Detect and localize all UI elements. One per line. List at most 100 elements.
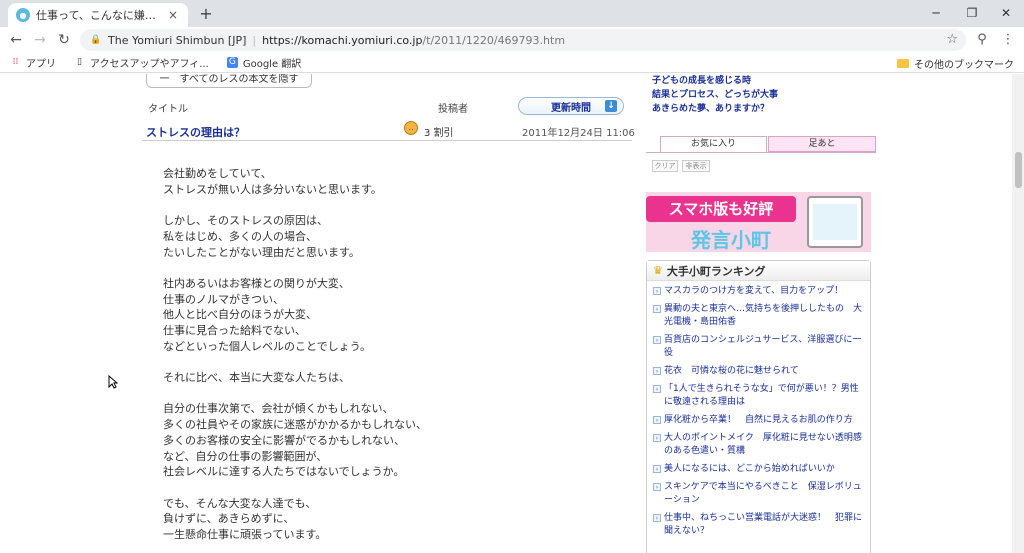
google-translate-icon: G [226, 57, 238, 68]
back-icon[interactable]: ← [6, 30, 26, 50]
bookmark-label: Google 翻訳 [242, 59, 302, 70]
post-body: 会社勤めをしていて、 ストレスが無い人は多分いないと思います。 しかし、そのスト… [163, 166, 623, 553]
arrow-icon: › [653, 336, 661, 344]
banner-headline: スマホ版も好評 [646, 196, 796, 222]
page-content: 一 すべてのレスの本文を隠す タイトル 投稿者 更新時間 ↓ ストレスの理由は？… [0, 74, 1012, 553]
ranking-item-label: 花衣 可憐な桜の花に魅せられて [664, 366, 799, 376]
close-tab-icon[interactable]: × [166, 8, 180, 22]
scrollbar-thumb[interactable] [1015, 152, 1022, 188]
arrow-icon: › [653, 434, 661, 442]
thread-date: 2011年12月24日 11:06 [522, 128, 635, 139]
ranking-title: 大手小町ランキング [666, 264, 766, 278]
bookmark-star-icon[interactable]: ☆ [946, 32, 958, 47]
arrow-icon: › [653, 465, 661, 473]
banner-logo-text: 発言小町 [691, 228, 771, 252]
hide-button[interactable]: 非表示 [682, 160, 710, 172]
close-window-button[interactable]: ✕ [984, 0, 1024, 27]
ranking-item[interactable]: › スキンケアで本当にやるべきこと 保湿レボリューション [653, 481, 866, 507]
ranking-item[interactable]: › 「1人で生きられそうな女」で何が悪い！？男性に敬遠される理由は [653, 383, 866, 409]
page-icon: ▯ [77, 57, 82, 67]
ranking-item[interactable]: › マスカラのつけ方を変えて、目力をアップ！ [653, 285, 866, 298]
arrow-icon: › [653, 287, 661, 295]
favorites-content: クリア 非表示 [646, 152, 876, 172]
arrow-icon: › [653, 305, 661, 313]
paragraph: でも、そんな大変な人達でも、 負けずに、あきらめずに、 一生懸命仕事に頑張ってい… [163, 496, 327, 542]
column-title-header: タイトル [148, 104, 188, 115]
crown-icon: ♛ [653, 264, 663, 277]
arrow-icon: › [653, 385, 661, 393]
browser-toolbar: ← → ↻ 🔒 The Yomiuri Shimbun [JP] | https… [0, 27, 1024, 53]
url-host: https://komachi.yomiuri.co.jp [262, 33, 423, 47]
bookmark-label: アクセスアップやアフィ... [90, 59, 209, 70]
vertical-scrollbar[interactable] [1012, 74, 1024, 553]
thread-title[interactable]: ストレスの理由は？ [146, 124, 245, 140]
divider [142, 140, 632, 141]
ranking-item-label: 「1人で生きられそうな女」で何が悪い！？男性に敬遠される理由は [664, 384, 859, 407]
bookmark-apps[interactable]: ⁞⁞ アプリ [10, 55, 56, 70]
bookmark-label: アプリ [26, 59, 56, 70]
ranking-header: ♛ 大手小町ランキング [647, 261, 870, 281]
paragraph: 自分の仕事次第で、会社が傾くかもしれない、 多くの社員やその家族に迷惑がかかるか… [163, 402, 427, 479]
url-path: /t/2011/1220/469793.htm [422, 33, 566, 47]
face-emoji-icon: ‥ [404, 121, 418, 135]
mouse-cursor-icon [108, 375, 118, 389]
clear-button[interactable]: クリア [652, 160, 678, 172]
ranking-item-label: スキンケアで本当にやるべきこと 保湿レボリューション [664, 482, 862, 505]
paragraph: しかし、そのストレスの原因は、 私をはじめ、多くの人の場合、 たいしたことがない… [163, 214, 360, 259]
smartphone-banner[interactable]: スマホ版も好評 発言小町 [646, 192, 871, 252]
smartphone-icon [807, 196, 863, 248]
tab-strip: ● 仕事って、こんなに嫌なものですか？： × + ─ ❐ ✕ [0, 0, 1024, 27]
ranking-item-label: 仕事中、ねちっこい営業電話が大迷惑！ 犯罪に聞えない？ [664, 513, 863, 536]
reload-icon[interactable]: ↻ [54, 30, 74, 50]
topic-link[interactable]: あきらめた夢、ありますか？ [652, 102, 778, 116]
new-tab-button[interactable]: + [196, 4, 216, 24]
paragraph: それに比べ、本当に大変な人たちは、 [163, 371, 350, 385]
sort-by-update-button[interactable]: 更新時間 ↓ [518, 97, 624, 115]
site-identity: The Yomiuri Shimbun [JP] [108, 33, 247, 47]
down-arrow-icon: ↓ [605, 100, 617, 112]
bookmarks-bar: ⁞⁞ アプリ ▯ アクセスアップやアフィ... G Google 翻訳 その他の… [0, 53, 1024, 73]
arrow-icon: › [653, 367, 661, 375]
arrow-icon: › [653, 483, 661, 491]
address-bar[interactable]: 🔒 The Yomiuri Shimbun [JP] | https://kom… [80, 29, 966, 51]
tab-trail[interactable]: 足あと [768, 136, 876, 152]
ranking-box: ♛ 大手小町ランキング › マスカラのつけ方を変えて、目力をアップ！ › 異動の夫と… [646, 260, 871, 553]
column-author-header: 投稿者 [438, 104, 468, 115]
ranking-item[interactable]: › 厚化粧から卒業！ 自然に見えるお肌の作り方 [653, 414, 866, 427]
browser-tab[interactable]: ● 仕事って、こんなに嫌なものですか？： × [8, 3, 188, 27]
bookmark-google-translate[interactable]: G Google 翻訳 [226, 55, 302, 70]
paragraph: 会社勤めをしていて、 ストレスが無い人は多分いないと思います。 [163, 167, 382, 196]
hide-all-responses-button[interactable]: 一 すべてのレスの本文を隠す [146, 74, 312, 88]
ranking-item-label: 厚化粧から卒業！ 自然に見えるお肌の作り方 [664, 415, 853, 425]
forward-icon[interactable]: → [30, 30, 50, 50]
bookmark-access[interactable]: ▯ アクセスアップやアフィ... [74, 55, 209, 70]
ranking-item[interactable]: › 百貨店のコンシェルジュサービス、洋服選びに一役 [653, 334, 866, 360]
lock-icon: 🔒 [90, 35, 102, 45]
other-bookmarks[interactable]: その他のブックマーク [897, 56, 1014, 71]
favorites-panel: お気に入り 足あと クリア 非表示 [646, 136, 876, 188]
arrow-icon: › [653, 514, 661, 522]
ranking-item-label: 美人になるには、どこから始めればいいか [664, 464, 835, 474]
apps-grid-icon: ⁞⁞ [12, 57, 19, 67]
ranking-item[interactable]: › 仕事中、ねちっこい営業電話が大迷惑！ 犯罪に聞えない？ [653, 512, 866, 538]
thread-author: 3 割引 [424, 128, 454, 139]
folder-icon [897, 59, 909, 68]
extension-icon[interactable]: ⚲ [972, 30, 992, 50]
menu-icon[interactable]: ⋮ [998, 30, 1018, 50]
tab-favorites[interactable]: お気に入り [660, 136, 767, 152]
ranking-item-label: 百貨店のコンシェルジュサービス、洋服選びに一役 [664, 335, 862, 358]
sort-button-label: 更新時間 [551, 102, 591, 114]
divider: | [252, 33, 257, 47]
paragraph: 社内あるいはお客様との関りが大変、 仕事のノルマがきつい、 他人と比べ自分のほう… [163, 276, 372, 353]
ranking-item-label: マスカラのつけ方を変えて、目力をアップ！ [664, 286, 844, 296]
topic-link[interactable]: 子どもの成長を感じる時 [652, 74, 778, 88]
ranking-item[interactable]: › 花衣 可憐な桜の花に魅せられて [653, 365, 866, 378]
ranking-item[interactable]: › 異動の夫と東京へ…気持ちを後押ししたもの 大光電機・島田佑香 [653, 303, 866, 329]
tab-title: 仕事って、こんなに嫌なものですか？： [36, 9, 166, 22]
ranking-item-label: 大人のポイントメイク 厚化粧に見せない透明感のある色遣い・質構 [664, 433, 862, 456]
ranking-item[interactable]: › 美人になるには、どこから始めればいいか [653, 463, 866, 476]
sidebar-topic-links: 子どもの成長を感じる時 結果とプロセス、どっちが大事 あきらめた夢、ありますか？ [652, 74, 778, 116]
topic-link[interactable]: 結果とプロセス、どっちが大事 [652, 88, 778, 102]
ranking-item[interactable]: › 大人のポイントメイク 厚化粧に見せない透明感のある色遣い・質構 [653, 432, 866, 458]
ranking-item-label: 異動の夫と東京へ…気持ちを後押ししたもの 大光電機・島田佑香 [664, 304, 863, 327]
